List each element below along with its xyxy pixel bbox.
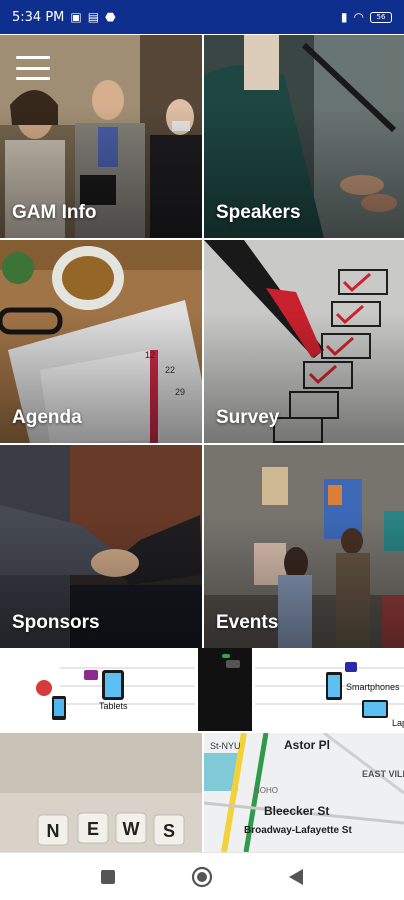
- tile-label: Events: [216, 612, 279, 633]
- news-letter-e: E: [87, 819, 99, 839]
- tile-events[interactable]: Events: [204, 445, 404, 648]
- battery-icon: 56: [370, 11, 392, 23]
- status-bar: 5:34 PM ▣ ▤ ⬣ ▮ ◠ 56: [0, 0, 404, 34]
- news-letter-s: S: [163, 821, 175, 841]
- status-bar-right: ▮ ◠ 56: [341, 11, 392, 23]
- status-time: 5:34 PM: [12, 9, 65, 25]
- news-letter-n: N: [47, 821, 60, 841]
- home-circle-icon[interactable]: [190, 865, 214, 889]
- back-triangle-icon[interactable]: [284, 865, 308, 889]
- tile-news[interactable]: N E W S: [0, 733, 202, 852]
- recent-apps-square-icon[interactable]: [96, 865, 120, 889]
- status-bar-left: 5:34 PM ▣ ▤ ⬣: [12, 10, 116, 25]
- news-photo: N E W S: [0, 733, 202, 852]
- tile-sponsors[interactable]: Sponsors: [0, 445, 202, 648]
- tile-agenda[interactable]: 12 22 29 Agenda: [0, 240, 202, 443]
- tile-label: Agenda: [12, 407, 82, 428]
- hamburger-menu-icon[interactable]: [16, 56, 50, 80]
- banner-label-laptops: Lap: [392, 718, 404, 728]
- system-nav-bar: [0, 852, 404, 900]
- map-label-broadway-lafayette: Broadway-Lafayette St: [244, 825, 352, 836]
- signal-icon: ▮: [340, 10, 348, 24]
- banner-graphic: [36, 648, 404, 731]
- tile-label: Sponsors: [12, 612, 100, 633]
- map-photo: St-NYU Astor Pl Bleecker St EAST VILLAGE…: [204, 733, 404, 852]
- news-letter-w: W: [123, 819, 140, 839]
- map-label-noho: NOHO: [254, 786, 278, 795]
- wifi-icon: ◠: [353, 10, 364, 24]
- notification-icon: ▣: [70, 10, 82, 24]
- map-label-east-village: EAST VILLAGE: [362, 769, 404, 779]
- tile-label: Survey: [216, 407, 280, 428]
- clipboard-icon: ▤: [87, 10, 100, 24]
- tile-label: GAM Info: [12, 202, 97, 223]
- battery-level: 56: [376, 13, 386, 21]
- tile-map[interactable]: St-NYU Astor Pl Bleecker St EAST VILLAGE…: [204, 733, 404, 852]
- map-label-st-nyu: St-NYU: [210, 741, 241, 751]
- tile-survey[interactable]: Survey: [204, 240, 404, 443]
- map-label-bleecker: Bleecker St: [264, 804, 329, 818]
- tile-label: Speakers: [216, 202, 301, 223]
- teams-icon: ⬣: [105, 10, 116, 24]
- promo-banner[interactable]: Tablets Smartphones Lap: [0, 648, 404, 731]
- banner-label-tablets: Tablets: [99, 701, 128, 711]
- map-label-astor: Astor Pl: [284, 738, 330, 752]
- tile-speakers[interactable]: Speakers: [204, 35, 404, 238]
- banner-label-smartphones: Smartphones: [346, 682, 400, 692]
